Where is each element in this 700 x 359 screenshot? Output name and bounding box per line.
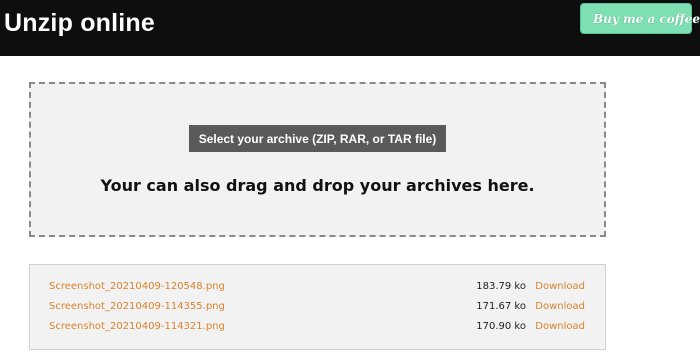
file-size: 171.67 ko [476,301,526,312]
file-size: 170.90 ko [476,321,526,332]
extracted-file-list: Screenshot_20210409-120548.png 183.79 ko… [29,264,606,350]
file-size: 183.79 ko [476,281,526,292]
download-link[interactable]: Download [535,321,585,332]
coffee-button-label: Buy me a coffee [593,11,700,26]
archive-dropzone[interactable]: Select your archive (ZIP, RAR, or TAR fi… [29,82,606,237]
file-name-link[interactable]: Screenshot_20210409-120548.png [49,281,225,292]
file-name-link[interactable]: Screenshot_20210409-114321.png [49,321,225,332]
app-title: Unzip online [4,9,155,37]
file-name-link[interactable]: Screenshot_20210409-114355.png [49,301,225,312]
download-link[interactable]: Download [535,301,585,312]
drag-drop-hint: Your can also drag and drop your archive… [100,176,535,195]
file-row: Screenshot_20210409-120548.png 183.79 ko… [30,277,605,297]
file-row: Screenshot_20210409-114355.png 171.67 ko… [30,297,605,317]
header-bar: Unzip online Buy me a coffee [0,0,700,56]
download-link[interactable]: Download [535,281,585,292]
buy-me-a-coffee-button[interactable]: Buy me a coffee [580,3,700,34]
select-archive-button[interactable]: Select your archive (ZIP, RAR, or TAR fi… [189,125,446,152]
file-row: Screenshot_20210409-114321.png 170.90 ko… [30,317,605,337]
